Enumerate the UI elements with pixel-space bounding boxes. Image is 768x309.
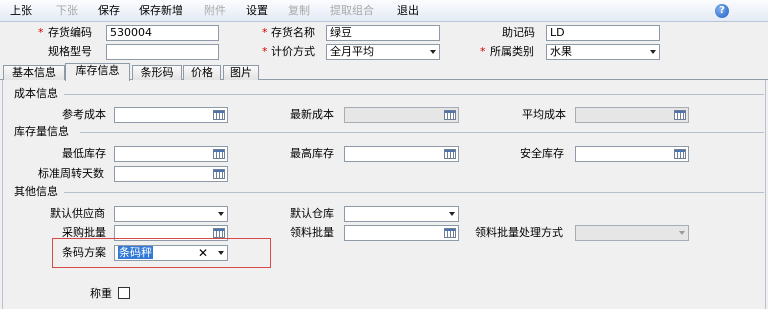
max-stock-input[interactable] xyxy=(344,146,459,162)
inventory-section-title: 库存量信息 xyxy=(14,125,69,138)
required-mark: * xyxy=(38,26,44,39)
chevron-down-icon[interactable] xyxy=(430,50,436,54)
tab-price[interactable]: 价格 xyxy=(183,65,221,80)
barcode-scheme-select[interactable]: 条码秤 ✕ xyxy=(114,245,228,261)
barcode-scheme-value: 条码秤 xyxy=(118,246,153,259)
other-section-title: 其他信息 xyxy=(14,185,58,198)
calculator-icon[interactable] xyxy=(444,228,456,238)
chevron-down-icon[interactable] xyxy=(218,212,224,216)
save-button[interactable]: 保存 xyxy=(98,4,120,18)
turnover-days-label: 标准周转天数 xyxy=(38,167,104,180)
calculator-icon[interactable] xyxy=(213,228,225,238)
chevron-down-icon[interactable] xyxy=(650,50,656,54)
category-select[interactable]: 水果 xyxy=(546,44,660,60)
mnemonic-label: 助记码 xyxy=(502,26,535,39)
weigh-label: 称重 xyxy=(90,287,112,300)
next-button[interactable]: 下张 xyxy=(56,4,78,18)
calculator-icon[interactable] xyxy=(213,149,225,159)
calculator-icon[interactable] xyxy=(674,149,686,159)
calculator-icon[interactable] xyxy=(213,110,225,120)
safety-stock-label: 安全库存 xyxy=(520,147,564,160)
cost-section-title: 成本信息 xyxy=(14,87,58,100)
calculator-icon xyxy=(674,110,686,120)
code-label: 存货编码 xyxy=(48,26,92,39)
toolbar: 上张 下张 保存 保存新增 附件 设置 复制 提取组合 退出 ? xyxy=(0,0,768,22)
tab-barcode[interactable]: 条形码 xyxy=(132,65,182,80)
chevron-down-icon[interactable] xyxy=(449,212,455,216)
section-divider xyxy=(64,192,764,193)
tab-basic-info[interactable]: 基本信息 xyxy=(3,65,65,80)
picking-method-label: 领料批量处理方式 xyxy=(475,226,563,239)
calculator-icon[interactable] xyxy=(444,149,456,159)
turnover-days-input[interactable] xyxy=(114,166,228,182)
exit-button[interactable]: 退出 xyxy=(397,4,419,18)
tab-bar: 基本信息 库存信息 条形码 价格 图片 xyxy=(0,63,768,81)
clear-icon[interactable]: ✕ xyxy=(198,246,208,260)
name-label: 存货名称 xyxy=(271,26,315,39)
spec-label: 规格型号 xyxy=(48,45,92,58)
pricing-label: 计价方式 xyxy=(271,45,315,58)
default-supplier-select[interactable] xyxy=(114,206,228,222)
attach-button[interactable]: 附件 xyxy=(204,4,226,18)
picking-method-select xyxy=(575,225,689,241)
min-stock-input[interactable] xyxy=(114,146,228,162)
default-warehouse-select[interactable] xyxy=(344,206,459,222)
ref-cost-input[interactable] xyxy=(114,107,228,123)
calculator-icon xyxy=(444,110,456,120)
weigh-checkbox[interactable] xyxy=(118,287,130,299)
chevron-down-icon xyxy=(679,231,685,235)
ref-cost-label: 参考成本 xyxy=(62,108,106,121)
settings-button[interactable]: 设置 xyxy=(246,4,268,18)
spec-input[interactable] xyxy=(106,44,219,60)
category-value: 水果 xyxy=(550,45,572,58)
required-mark: * xyxy=(480,45,486,58)
latest-cost-label: 最新成本 xyxy=(290,108,334,121)
default-warehouse-label: 默认仓库 xyxy=(290,207,334,220)
category-label: 所属类别 xyxy=(490,45,534,58)
help-icon[interactable]: ? xyxy=(715,4,729,18)
save-new-button[interactable]: 保存新增 xyxy=(139,4,183,18)
avg-cost-input xyxy=(575,107,689,123)
prev-button[interactable]: 上张 xyxy=(10,4,32,18)
chevron-down-icon[interactable] xyxy=(218,251,224,255)
picking-batch-input[interactable] xyxy=(344,225,459,241)
picking-batch-label: 领料批量 xyxy=(290,226,334,239)
tab-image[interactable]: 图片 xyxy=(223,65,259,80)
safety-stock-input[interactable] xyxy=(575,146,689,162)
name-input[interactable]: 绿豆 xyxy=(326,25,440,41)
copy-button[interactable]: 复制 xyxy=(288,4,310,18)
latest-cost-input xyxy=(344,107,459,123)
calculator-icon[interactable] xyxy=(213,169,225,179)
required-mark: * xyxy=(262,26,268,39)
extract-combo-button[interactable]: 提取组合 xyxy=(330,4,374,18)
pricing-value: 全月平均 xyxy=(330,45,374,58)
barcode-scheme-label: 条码方案 xyxy=(62,246,106,259)
required-mark: * xyxy=(262,45,268,58)
tab-inventory-info[interactable]: 库存信息 xyxy=(65,63,130,81)
pricing-select[interactable]: 全月平均 xyxy=(326,44,440,60)
code-input[interactable]: 530004 xyxy=(106,25,219,41)
avg-cost-label: 平均成本 xyxy=(522,108,566,121)
mnemonic-input[interactable]: LD xyxy=(546,25,660,41)
default-supplier-label: 默认供应商 xyxy=(50,207,105,220)
section-divider xyxy=(80,132,764,133)
section-divider xyxy=(64,94,764,95)
max-stock-label: 最高库存 xyxy=(290,147,334,160)
min-stock-label: 最低库存 xyxy=(62,147,106,160)
